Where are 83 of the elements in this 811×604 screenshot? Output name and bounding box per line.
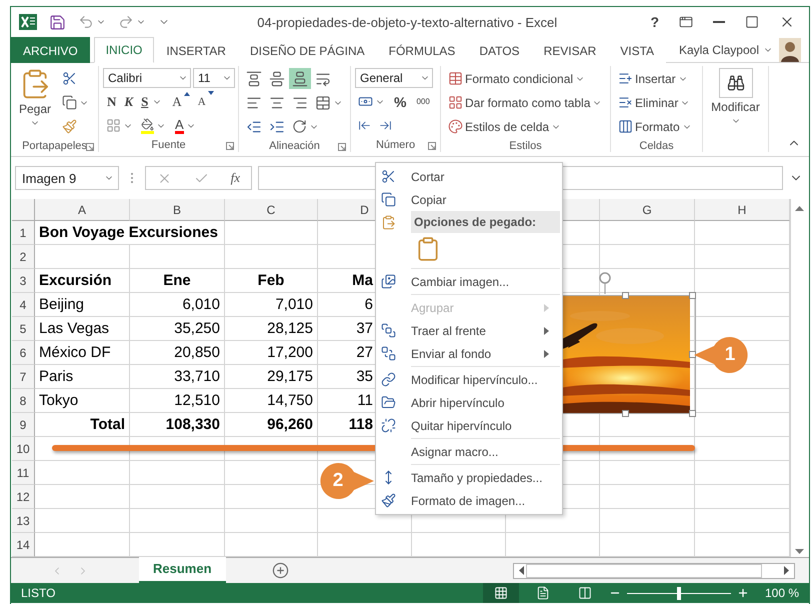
user-name[interactable]: Kayla Claypool (678, 42, 759, 56)
table-cell: Las Vegas (35, 317, 130, 341)
ribbon-tab[interactable]: ARCHIVO (11, 37, 90, 63)
sheet-tab[interactable]: Resumen (139, 556, 226, 582)
table-cell: 29,175 (225, 365, 318, 389)
table-cell: Feb (225, 269, 318, 293)
row-header[interactable]: 13 (12, 509, 35, 533)
table-cell: 7,010 (225, 293, 318, 317)
step-callout: 1 (692, 336, 750, 374)
row-header[interactable]: 5 (12, 317, 35, 341)
styles-button[interactable]: Estilos de celda (445, 116, 606, 137)
column-header[interactable]: B (130, 199, 225, 221)
table-cell: 20,850 (130, 341, 225, 365)
underline-button[interactable]: S (137, 91, 152, 112)
font-size-dropdown[interactable]: 11 (193, 68, 235, 88)
styles-button[interactable]: Formato condicional (445, 68, 606, 89)
column-header[interactable]: C (225, 199, 318, 221)
table-cell: Total (35, 413, 130, 437)
number-format-dropdown[interactable]: General (355, 68, 433, 88)
percent-button[interactable]: % (390, 91, 410, 112)
table-cell: 35,250 (130, 317, 225, 341)
styles-button[interactable]: Dar formato como tabla (445, 92, 606, 113)
ribbon-tab[interactable]: INICIO (94, 37, 154, 63)
row-header[interactable]: 8 (12, 389, 35, 413)
help-button[interactable]: ? (644, 12, 665, 32)
row-header[interactable]: 6 (12, 341, 35, 365)
group-label: Alineación (269, 140, 320, 152)
grow-font-button[interactable]: A (168, 91, 194, 112)
group-label: Fuente (151, 139, 186, 151)
column-header[interactable]: A (35, 199, 130, 221)
step-callout: 2 (318, 462, 376, 500)
table-cell: 28,125 (225, 317, 318, 341)
cells-button[interactable]: Formato (615, 116, 695, 137)
row-header[interactable]: 3 (12, 269, 35, 293)
table-cell: México DF (35, 341, 130, 365)
table-cell: Beijing (35, 293, 130, 317)
row-header[interactable]: 11 (12, 461, 35, 485)
menu-item[interactable]: Asignar macro... (378, 440, 560, 463)
table-cell: 96,260 (225, 413, 318, 437)
row-header[interactable]: 1 (12, 221, 35, 245)
window-title: 04-propiedades-de-objeto-y-texto-alternativo - Excel (256, 14, 558, 30)
insert-function-button[interactable]: fx (230, 170, 240, 186)
table-cell: Excursión (35, 269, 130, 293)
thousands-button[interactable]: 000 (412, 91, 434, 112)
cells-button[interactable]: Insertar (615, 68, 695, 89)
row-header[interactable]: 4 (12, 293, 35, 317)
menu-item[interactable]: Tamaño y propiedades... (378, 466, 560, 489)
status-text: LISTO (21, 586, 56, 600)
row-header[interactable]: 10 (12, 437, 35, 461)
find-button[interactable]: Modificar (707, 68, 764, 150)
group-label: Portapapeles (22, 140, 87, 152)
table-cell: 33,710 (130, 365, 225, 389)
paste-button[interactable]: Pegar (15, 68, 56, 137)
table-cell: 14,750 (225, 389, 318, 413)
cells-button[interactable]: Eliminar (615, 92, 695, 113)
column-header[interactable]: H (695, 199, 790, 221)
row-header[interactable]: 2 (12, 245, 35, 269)
row-header[interactable]: 12 (12, 485, 35, 509)
table-cell: Ene (130, 269, 225, 293)
table-cell: 12,510 (130, 389, 225, 413)
row-header[interactable]: 9 (12, 413, 35, 437)
group-label: Número (376, 139, 416, 151)
row-header[interactable]: 7 (12, 365, 35, 389)
font-color-button[interactable]: A (171, 115, 200, 136)
table-cell: 108,330 (130, 413, 225, 437)
shrink-font-button[interactable]: A (194, 91, 218, 112)
column-header[interactable]: G (600, 199, 695, 221)
row-header[interactable]: 14 (12, 533, 35, 557)
menu-section-header: Opciones de pegado: (411, 211, 560, 233)
zoom-level[interactable]: 100 % (764, 586, 799, 600)
table-cell: 17,200 (225, 341, 318, 365)
menu-item[interactable]: Formato de imagen... (378, 489, 560, 512)
italic-button[interactable]: K (120, 91, 138, 112)
table-cell: Bon Voyage Excursiones (35, 221, 225, 245)
bold-button[interactable]: N (103, 91, 120, 112)
group-label: Celdas (639, 140, 674, 152)
table-cell: 6,010 (130, 293, 225, 317)
table-cell: Tokyo (35, 389, 130, 413)
table-cell: Paris (35, 365, 130, 389)
menu-item[interactable]: Cortar (378, 165, 560, 188)
font-name-dropdown[interactable]: Calibri (103, 68, 191, 88)
group-label: Estilos (509, 140, 542, 152)
name-box[interactable]: Imagen 9 (15, 166, 119, 190)
